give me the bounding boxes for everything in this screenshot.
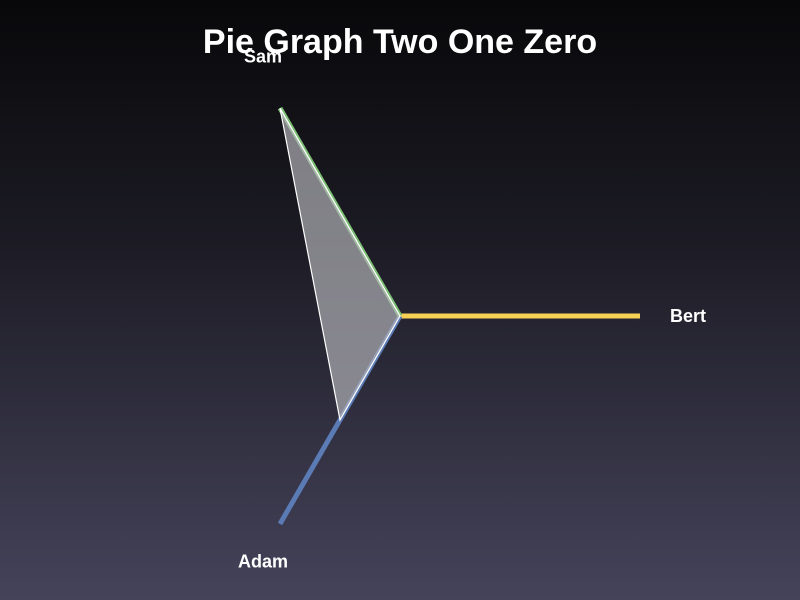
axis-label-sam: Sam bbox=[244, 47, 282, 67]
axis-label-bert: Bert bbox=[670, 306, 706, 326]
radar-chart: Bert Adam Sam bbox=[238, 47, 706, 572]
series-polygon bbox=[279, 107, 401, 422]
series-layer bbox=[279, 107, 401, 422]
axis-label-adam: Adam bbox=[238, 551, 288, 571]
labels-layer: Bert Adam Sam bbox=[238, 47, 706, 572]
